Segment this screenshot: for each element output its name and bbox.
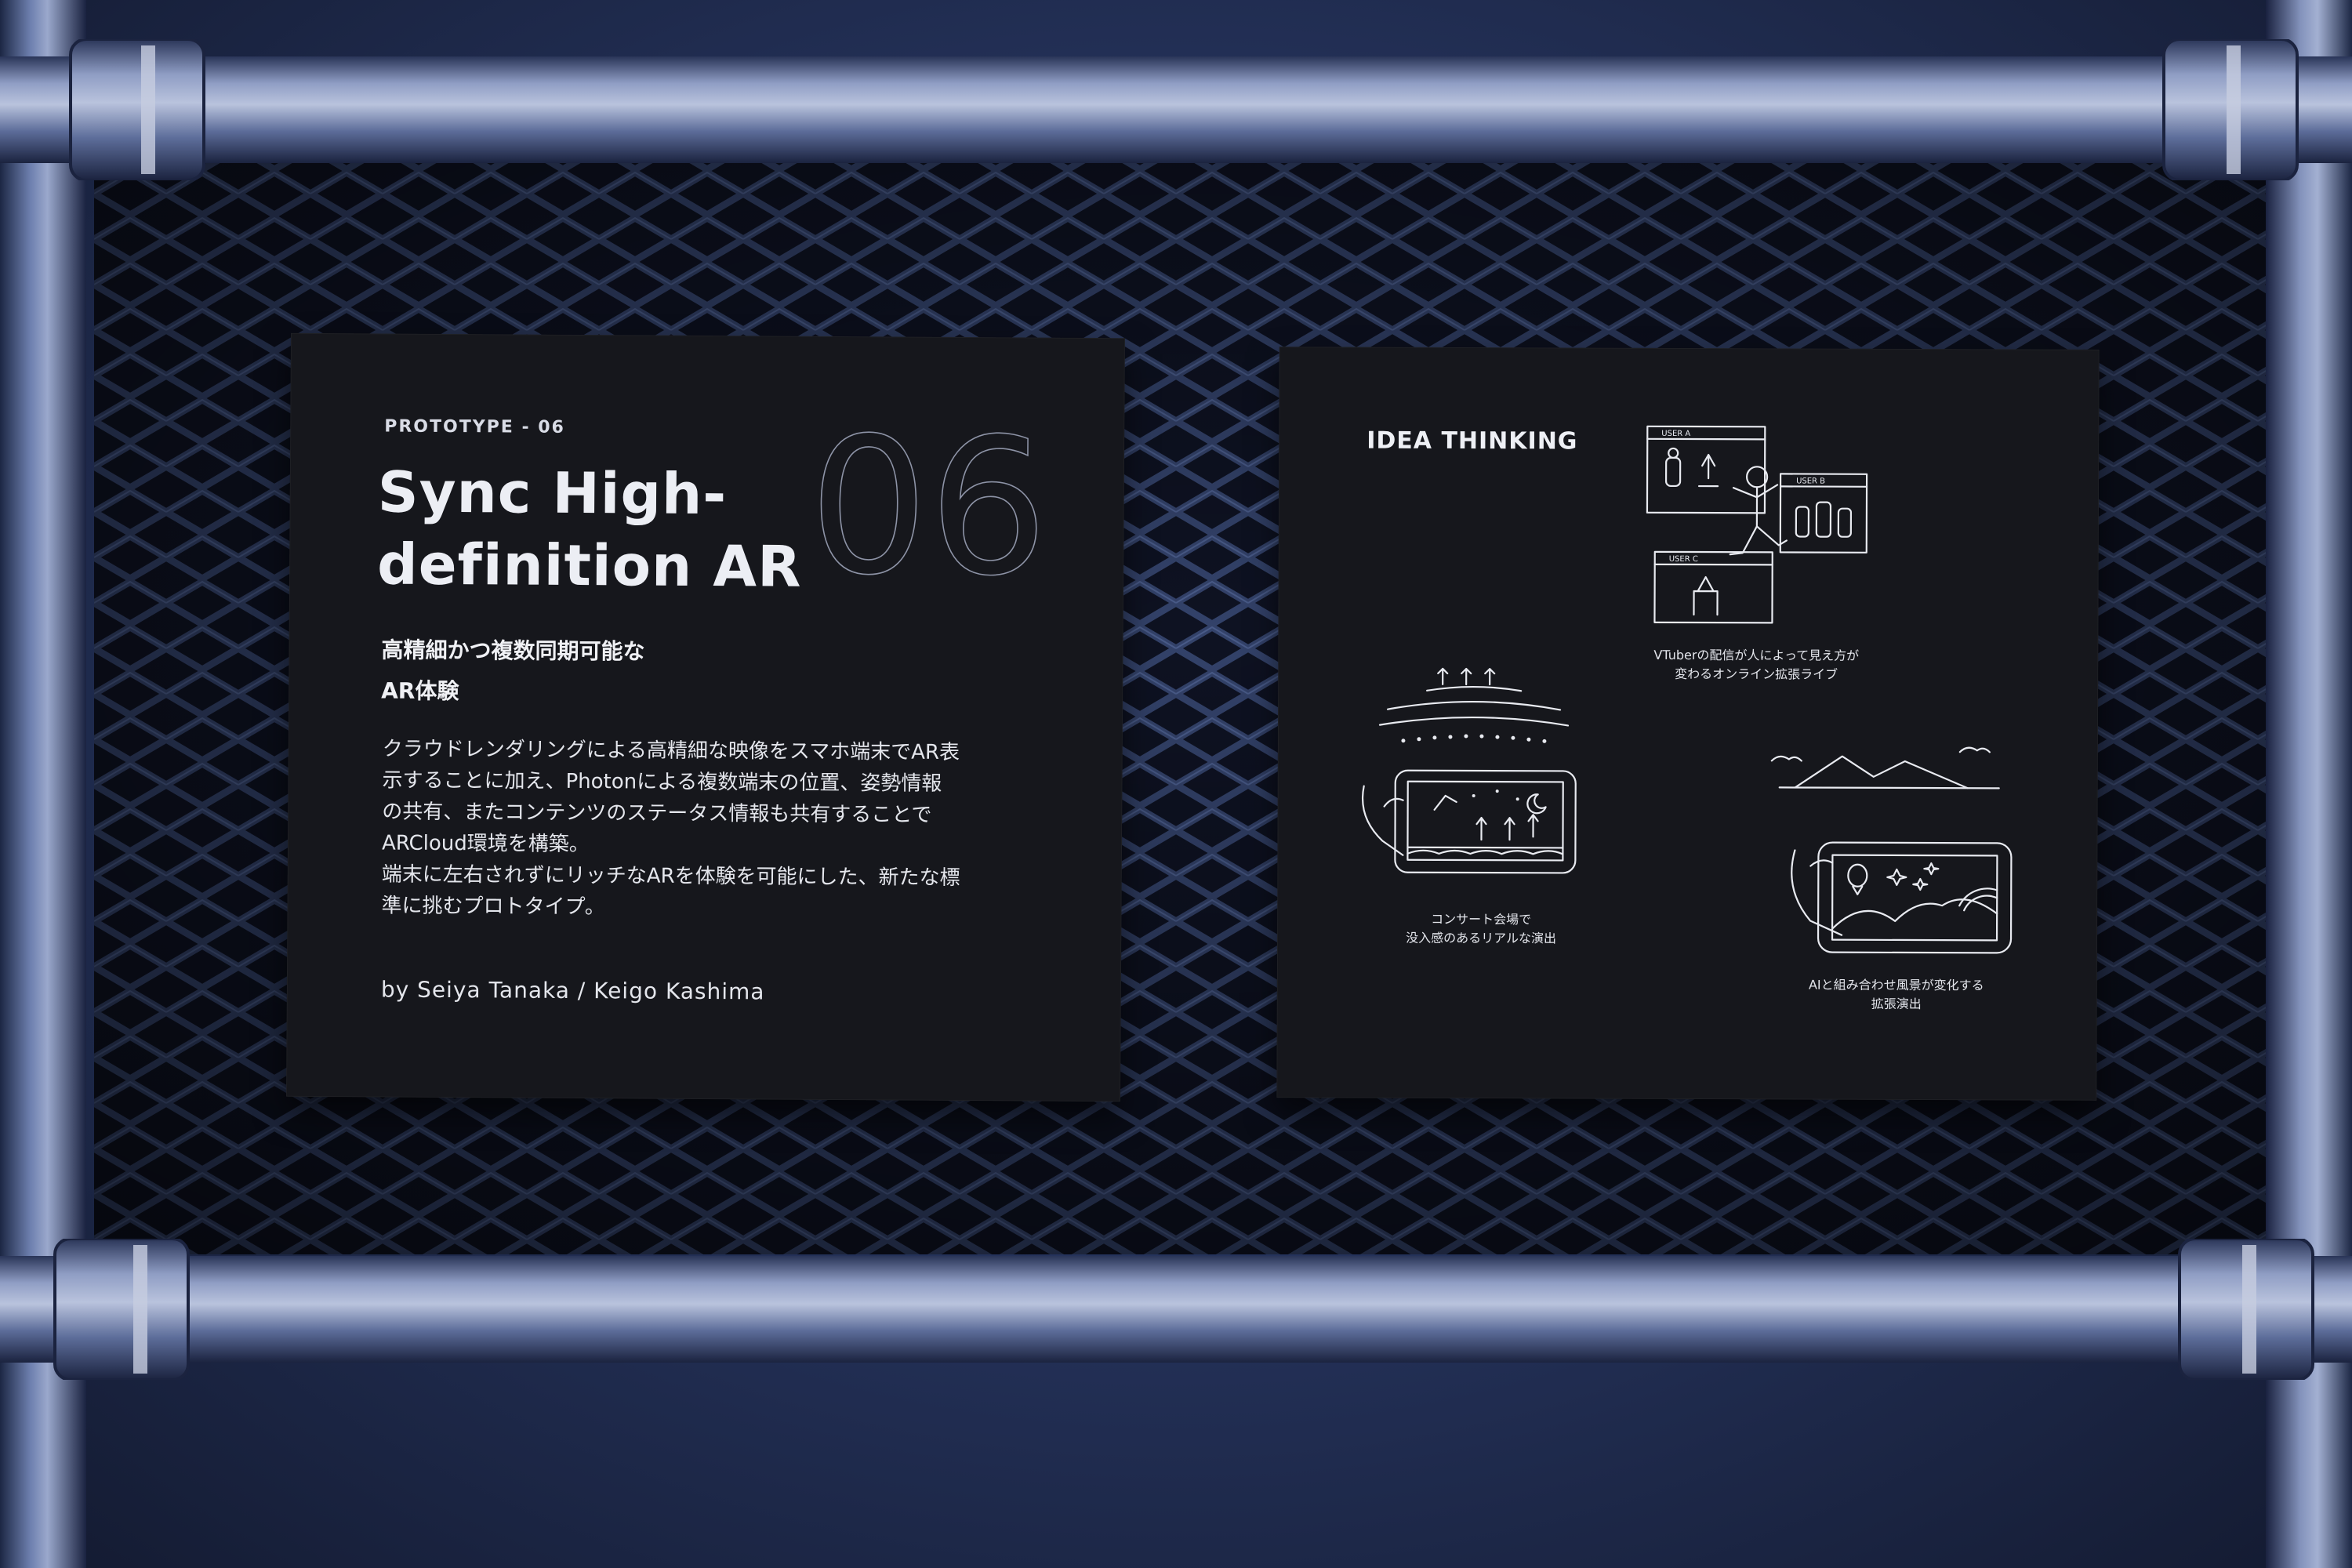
caption-line: コンサート会場で bbox=[1431, 911, 1532, 927]
user-a-label: USER A bbox=[1661, 430, 1690, 438]
description-line: 端末に左右されずにリッチなARを体験を可能にした、新たな標 bbox=[381, 862, 960, 890]
user-c-label: USER C bbox=[1669, 555, 1698, 564]
user-b-label: USER B bbox=[1796, 477, 1825, 485]
caption-ai-landscape: AIと組み合わせ風景が変化する 拡張演出 bbox=[1771, 975, 2022, 1014]
author-byline: by Seiya Tanaka / Keigo Kashima bbox=[380, 976, 765, 1005]
idea-thinking-title: IDEA THINKING bbox=[1367, 426, 1578, 456]
prototype-info-panel: PROTOTYPE - 06 Sync High- definition AR … bbox=[286, 332, 1125, 1102]
description-line: クラウドレンダリングによる高精細な映像をスマホ端末でAR表 bbox=[382, 737, 960, 764]
description-line: の共有、またコンテンツのステータス情報も共有することで bbox=[382, 800, 932, 827]
outlined-number: 06 bbox=[808, 415, 1050, 597]
caption-vtuber: VTuberの配信が人によって見え方が 変わるオンライン拡張ライブ bbox=[1615, 646, 1897, 684]
bottom-scaffold-pipe bbox=[0, 1239, 2352, 1380]
jp-subtitle-line-2: AR体験 bbox=[381, 677, 459, 705]
caption-line: AIと組み合わせ風景が変化する bbox=[1808, 977, 1984, 993]
idea-thinking-panel: IDEA THINKING USER A USER B USER C VTube… bbox=[1276, 347, 2100, 1101]
description: クラウドレンダリングによる高精細な映像をスマホ端末でAR表 示することに加え、P… bbox=[381, 733, 1056, 925]
jp-subtitle-line-1: 高精細かつ複数同期可能な bbox=[381, 637, 645, 665]
prototype-label: PROTOTYPE - 06 bbox=[384, 416, 565, 437]
caption-line: 没入感のあるリアルな演出 bbox=[1406, 930, 1556, 946]
caption-line: 拡張演出 bbox=[1871, 996, 1922, 1012]
photo-scene: PROTOTYPE - 06 Sync High- definition AR … bbox=[0, 0, 2352, 1568]
description-line: 示することに加え、Photonによる複数端末の位置、姿勢情報 bbox=[382, 768, 942, 796]
concert-illustration bbox=[1361, 667, 1577, 874]
description-line: 準に挑むプロトタイプ。 bbox=[381, 894, 605, 920]
caption-concert: コンサート会場で 没入感のあるリアルな演出 bbox=[1363, 910, 1599, 949]
description-line: ARCloud環境を構築。 bbox=[381, 831, 590, 857]
vtuber-live-illustration: USER A USER B USER C bbox=[1646, 425, 1868, 624]
outlined-number-text: 06 bbox=[808, 415, 1049, 597]
caption-line: 変わるオンライン拡張ライブ bbox=[1675, 666, 1838, 682]
caption-line: VTuberの配信が人によって見え方が bbox=[1653, 647, 1860, 663]
jp-subtitle: 高精細かつ複数同期可能な AR体験 bbox=[381, 630, 852, 714]
top-scaffold-pipe bbox=[0, 39, 2352, 180]
ai-landscape-illustration bbox=[1770, 746, 2013, 954]
